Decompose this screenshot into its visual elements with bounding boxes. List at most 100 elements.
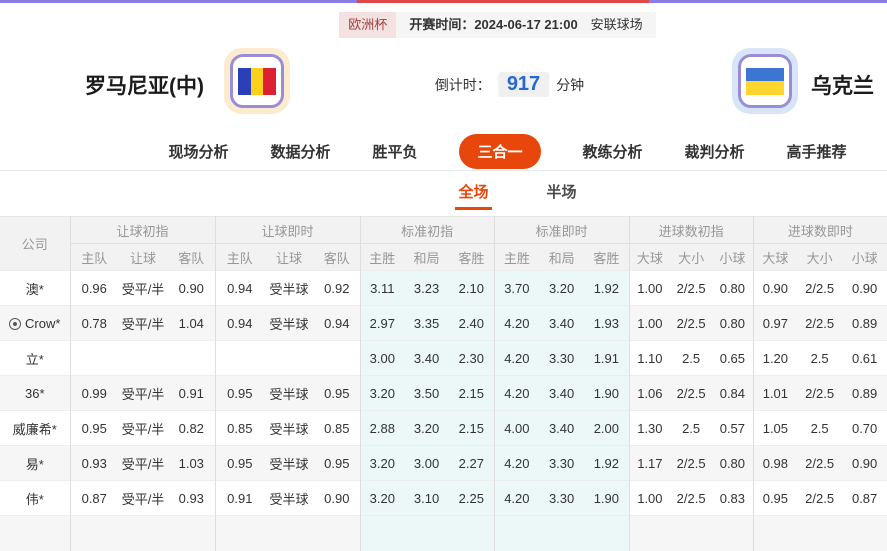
- odds-cell[interactable]: 1.91: [584, 340, 630, 376]
- odds-cell[interactable]: 0.91: [215, 481, 264, 516]
- odds-cell[interactable]: 受半球: [264, 376, 314, 411]
- odds-cell[interactable]: 受半球: [264, 411, 314, 446]
- odds-cell[interactable]: [314, 340, 361, 376]
- odds-cell[interactable]: 受半球: [264, 306, 314, 341]
- odds-cell[interactable]: [797, 516, 842, 551]
- company-cell[interactable]: 威廉希*: [0, 410, 71, 446]
- odds-cell[interactable]: 0.90: [842, 446, 887, 481]
- odds-cell[interactable]: 3.70: [494, 270, 540, 306]
- odds-cell[interactable]: 0.95: [753, 481, 797, 516]
- odds-cell: 1.06: [637, 385, 663, 401]
- company-cell[interactable]: 易*: [0, 445, 71, 481]
- odds-cell[interactable]: 0.87: [842, 481, 887, 516]
- odds-cell: [70, 516, 118, 551]
- odds-cell[interactable]: 0.89: [842, 376, 887, 411]
- odds-cell[interactable]: 2/2.5: [797, 271, 842, 306]
- odds-cell: [360, 515, 405, 551]
- odds-cell[interactable]: 0.90: [842, 271, 887, 306]
- odds-cell[interactable]: 2.5: [797, 411, 842, 446]
- odds-cell[interactable]: 3.40: [539, 375, 585, 411]
- odds-cell[interactable]: 3.30: [539, 445, 585, 481]
- odds-cell[interactable]: [842, 516, 887, 551]
- subtab-half-match[interactable]: 半场: [544, 181, 580, 210]
- odds-cell[interactable]: 1.92: [584, 445, 630, 481]
- tab-data-analysis[interactable]: 数据分析: [270, 141, 330, 162]
- kickoff-info: 开赛时间：2024-06-17 21:00 安联球场: [396, 12, 656, 38]
- odds-cell[interactable]: 2.00: [584, 410, 630, 446]
- odds-cell[interactable]: 受半球: [264, 481, 314, 516]
- odds-cell[interactable]: 4.20: [494, 445, 540, 481]
- odds-cell[interactable]: 0.95: [215, 446, 264, 481]
- odds-cell[interactable]: 1.20: [753, 341, 797, 376]
- odds-cell: 受平/半: [121, 281, 165, 297]
- odds-cell[interactable]: 1.90: [584, 375, 630, 411]
- tab-expert-picks[interactable]: 高手推荐: [787, 141, 847, 162]
- odds-cell[interactable]: 0.94: [215, 306, 264, 341]
- odds-cell[interactable]: 3.30: [539, 480, 585, 516]
- company-cell[interactable]: 立*: [0, 340, 71, 376]
- odds-cell[interactable]: 1.93: [584, 305, 630, 341]
- odds-cell[interactable]: 2/2.5: [797, 481, 842, 516]
- odds-cell[interactable]: 0.94: [314, 305, 361, 341]
- odds-cell[interactable]: 4.20: [494, 480, 540, 516]
- odds-cell[interactable]: 0.92: [314, 270, 361, 306]
- odds-cell[interactable]: 0.95: [215, 376, 264, 411]
- odds-cell[interactable]: 4.20: [494, 375, 540, 411]
- sub-column-header: 大小: [797, 243, 843, 271]
- tab-coach-analysis[interactable]: 教练分析: [583, 141, 643, 162]
- odds-cell[interactable]: 3.30: [539, 340, 585, 376]
- odds-cell[interactable]: 2/2.5: [797, 376, 842, 411]
- odds-cell[interactable]: [314, 515, 361, 551]
- odds-cell[interactable]: 4.20: [494, 340, 540, 376]
- odds-cell[interactable]: 1.05: [753, 411, 797, 446]
- odds-cell[interactable]: 2/2.5: [797, 446, 842, 481]
- odds-cell[interactable]: 3.40: [539, 410, 585, 446]
- odds-cell[interactable]: 0.85: [215, 411, 264, 446]
- odds-cell[interactable]: [753, 516, 797, 551]
- odds-cell[interactable]: 4.00: [494, 410, 540, 446]
- odds-cell[interactable]: 受半球: [264, 271, 314, 306]
- odds-cell[interactable]: [264, 341, 314, 376]
- tab-referee-analysis[interactable]: 裁判分析: [685, 141, 745, 162]
- tab-live-analysis[interactable]: 现场分析: [168, 141, 228, 162]
- odds-cell: 2/2.5: [676, 280, 706, 296]
- subtab-full-match[interactable]: 全场: [455, 181, 492, 210]
- odds-cell[interactable]: 0.98: [753, 446, 797, 481]
- odds-cell[interactable]: 2.5: [797, 341, 842, 376]
- tab-three-in-one[interactable]: 三合一: [459, 134, 541, 169]
- odds-cell[interactable]: 1.92: [584, 270, 630, 306]
- odds-cell[interactable]: [494, 515, 540, 551]
- odds-cell[interactable]: 1.01: [753, 376, 797, 411]
- odds-cell[interactable]: [215, 341, 264, 376]
- odds-cell[interactable]: 0.70: [842, 411, 887, 446]
- odds-cell[interactable]: [584, 515, 630, 551]
- odds-cell[interactable]: 0.95: [314, 375, 361, 411]
- odds-cell[interactable]: [215, 516, 264, 551]
- odds-cell[interactable]: 0.90: [314, 480, 361, 516]
- odds-cell[interactable]: 4.20: [494, 305, 540, 341]
- odds-cell[interactable]: 0.89: [842, 306, 887, 341]
- odds-cell[interactable]: 3.20: [539, 270, 585, 306]
- odds-cell[interactable]: 0.95: [314, 445, 361, 481]
- odds-cell[interactable]: 1.90: [584, 480, 630, 516]
- odds-cell[interactable]: 3.40: [539, 305, 585, 341]
- odds-cell: 0.83: [712, 480, 754, 516]
- odds-cell[interactable]: [264, 516, 314, 551]
- column-group-header: 标准初指: [360, 216, 495, 244]
- odds-cell[interactable]: [539, 515, 585, 551]
- odds-cell[interactable]: 0.61: [842, 341, 887, 376]
- column-group-header: 进球数即时: [753, 216, 887, 244]
- odds-cell[interactable]: 受半球: [264, 446, 314, 481]
- company-cell[interactable]: Crow*: [0, 305, 71, 341]
- company-cell[interactable]: 澳*: [0, 270, 71, 306]
- odds-cell[interactable]: 0.94: [215, 271, 264, 306]
- tab-win-draw-loss[interactable]: 胜平负: [372, 141, 417, 162]
- odds-cell[interactable]: 0.97: [753, 306, 797, 341]
- odds-cell: 0.91: [168, 375, 216, 411]
- company-cell[interactable]: [0, 515, 71, 551]
- company-cell[interactable]: 36*: [0, 375, 71, 411]
- odds-cell[interactable]: 0.85: [314, 410, 361, 446]
- company-cell[interactable]: 伟*: [0, 480, 71, 516]
- odds-cell[interactable]: 2/2.5: [797, 306, 842, 341]
- odds-cell[interactable]: 0.90: [753, 271, 797, 306]
